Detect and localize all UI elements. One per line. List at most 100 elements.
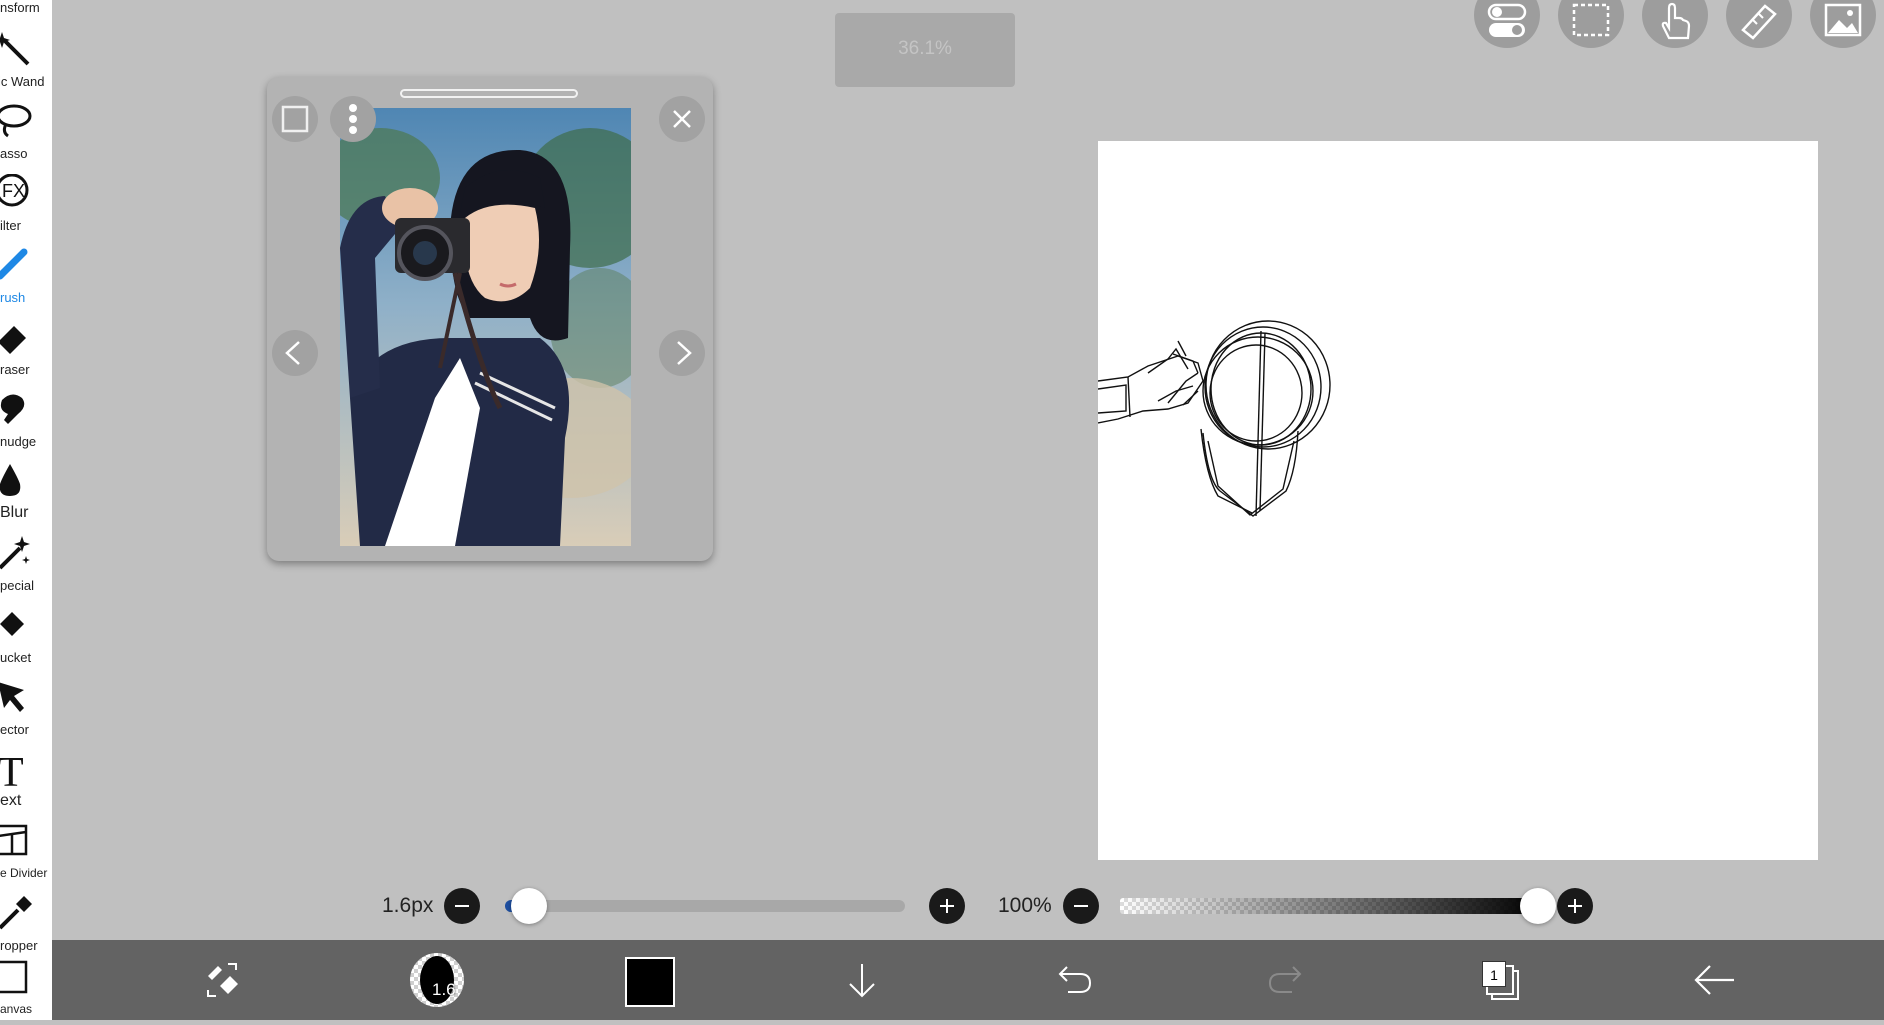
tool-smudge[interactable]: nudge [0,388,52,460]
canvas-icon [0,960,28,994]
ruler-button[interactable] [1726,0,1792,48]
brush-size-increase-button[interactable] [929,888,965,924]
sketch-drawing [1097,320,1331,517]
brush-size-slider[interactable] [505,900,905,912]
brush-preview-size: 1.6 [432,980,456,999]
redo-button[interactable] [1266,940,1306,1020]
eraser-icon [0,326,26,354]
bottom-toolbar: 1.6 1 [52,940,1884,1020]
image-icon [1824,3,1862,37]
undo-icon [1058,966,1092,993]
download-button[interactable] [842,940,882,1020]
drawing-canvas[interactable] [1097,141,1818,860]
tool-eraser[interactable]: raser [0,316,52,388]
tool-canvas[interactable]: anvas [0,956,52,1020]
magic-wand-icon [0,32,30,66]
brush-size-decrease-button[interactable] [444,888,480,924]
brush-size-slider-thumb[interactable] [511,888,547,924]
brush-opacity-value: 100% [998,894,1052,917]
reference-menu-button[interactable] [330,96,376,142]
chevron-right-icon [677,341,692,365]
tool-selector[interactable]: ector [0,676,52,748]
tool-label-magic-wand: ic Wand [0,74,45,89]
toggle-button[interactable] [1474,0,1540,48]
more-vertical-icon [349,104,357,134]
tool-label-eraser: raser [0,362,30,377]
tool-label-selector: ector [0,722,29,737]
selection-icon [1572,3,1610,37]
tool-label-special: pecial [0,578,34,593]
tool-sidebar: nsform ic Wand asso FX ilter rush raser [0,0,52,1020]
svg-text:FX: FX [2,181,25,201]
swap-tools-button[interactable] [200,940,246,1020]
frame-divider-icon [0,824,28,856]
text-t-icon: T [0,750,24,790]
tool-blur[interactable]: Blur [0,460,52,532]
tool-brush[interactable]: rush [0,244,52,316]
special-wand-icon [0,536,30,570]
tool-label-brush: rush [0,290,26,305]
reference-prev-button[interactable] [272,330,318,376]
opacity-slider[interactable] [1120,898,1540,914]
tool-label-bucket: ucket [0,650,32,665]
plus-icon [940,899,954,913]
chevron-left-icon [285,341,300,365]
eyedropper-icon [0,896,32,930]
back-arrow-icon [1694,965,1734,995]
tool-filter[interactable]: FX ilter [0,172,52,244]
tool-bucket[interactable]: ucket [0,604,52,676]
tool-label-filter: ilter [0,218,21,233]
lasso-icon [0,104,32,138]
swap-tools-icon [207,963,238,997]
redo-icon [1268,966,1302,993]
hand-button[interactable] [1642,0,1708,48]
tool-label-lasso: asso [0,146,28,161]
selector-arrow-icon [0,682,24,712]
toggle-icon [1487,3,1527,37]
tool-eyedropper[interactable]: ropper [0,892,52,964]
reference-close-button[interactable] [659,96,705,142]
layers-button[interactable]: 1 [1480,961,1522,1001]
tool-label-blur: Blur [0,504,29,521]
smudge-icon [0,394,25,424]
minus-icon [455,905,469,907]
opacity-slider-thumb[interactable] [1520,888,1556,924]
tool-label-eyedropper: ropper [0,938,38,953]
opacity-increase-button[interactable] [1557,888,1593,924]
reference-drag-handle[interactable] [400,89,578,98]
tool-special[interactable]: pecial [0,532,52,604]
opacity-decrease-button[interactable] [1063,888,1099,924]
filter-fx-icon: FX [0,174,29,207]
brush-preview-button[interactable]: 1.6 [410,953,464,1007]
tool-label-canvas: anvas [0,1002,33,1016]
color-swatch-button[interactable] [625,957,675,1007]
svg-text:T: T [0,750,24,790]
tool-text[interactable]: T ext [0,748,52,820]
image-button[interactable] [1810,0,1876,48]
square-frame-icon [281,105,309,133]
download-arrow-icon [849,964,875,998]
tool-label-smudge: nudge [0,434,37,449]
reference-window[interactable] [267,77,713,561]
tool-frame-divider[interactable]: e Divider [0,820,52,892]
reference-image [340,108,631,546]
bucket-icon [0,612,24,636]
tool-magic-wand[interactable]: ic Wand [0,28,52,100]
tool-transform[interactable]: nsform [0,0,52,26]
reference-fit-button[interactable] [272,96,318,142]
back-button[interactable] [1692,940,1738,1020]
close-icon [673,110,691,128]
ruler-icon [1741,4,1777,40]
tool-lasso[interactable]: asso [0,100,52,172]
undo-button[interactable] [1054,940,1094,1020]
zoom-indicator: 36.1% [835,13,1015,87]
brush-icon [0,248,28,280]
minus-icon [1074,905,1088,907]
selection-button[interactable] [1558,0,1624,48]
tool-label-frame-divider: e Divider [0,866,48,880]
tool-label-text: ext [0,792,22,809]
brush-size-value: 1.6px [382,894,434,917]
reference-next-button[interactable] [659,330,705,376]
blur-drop-icon [0,464,21,496]
plus-icon [1568,899,1582,913]
